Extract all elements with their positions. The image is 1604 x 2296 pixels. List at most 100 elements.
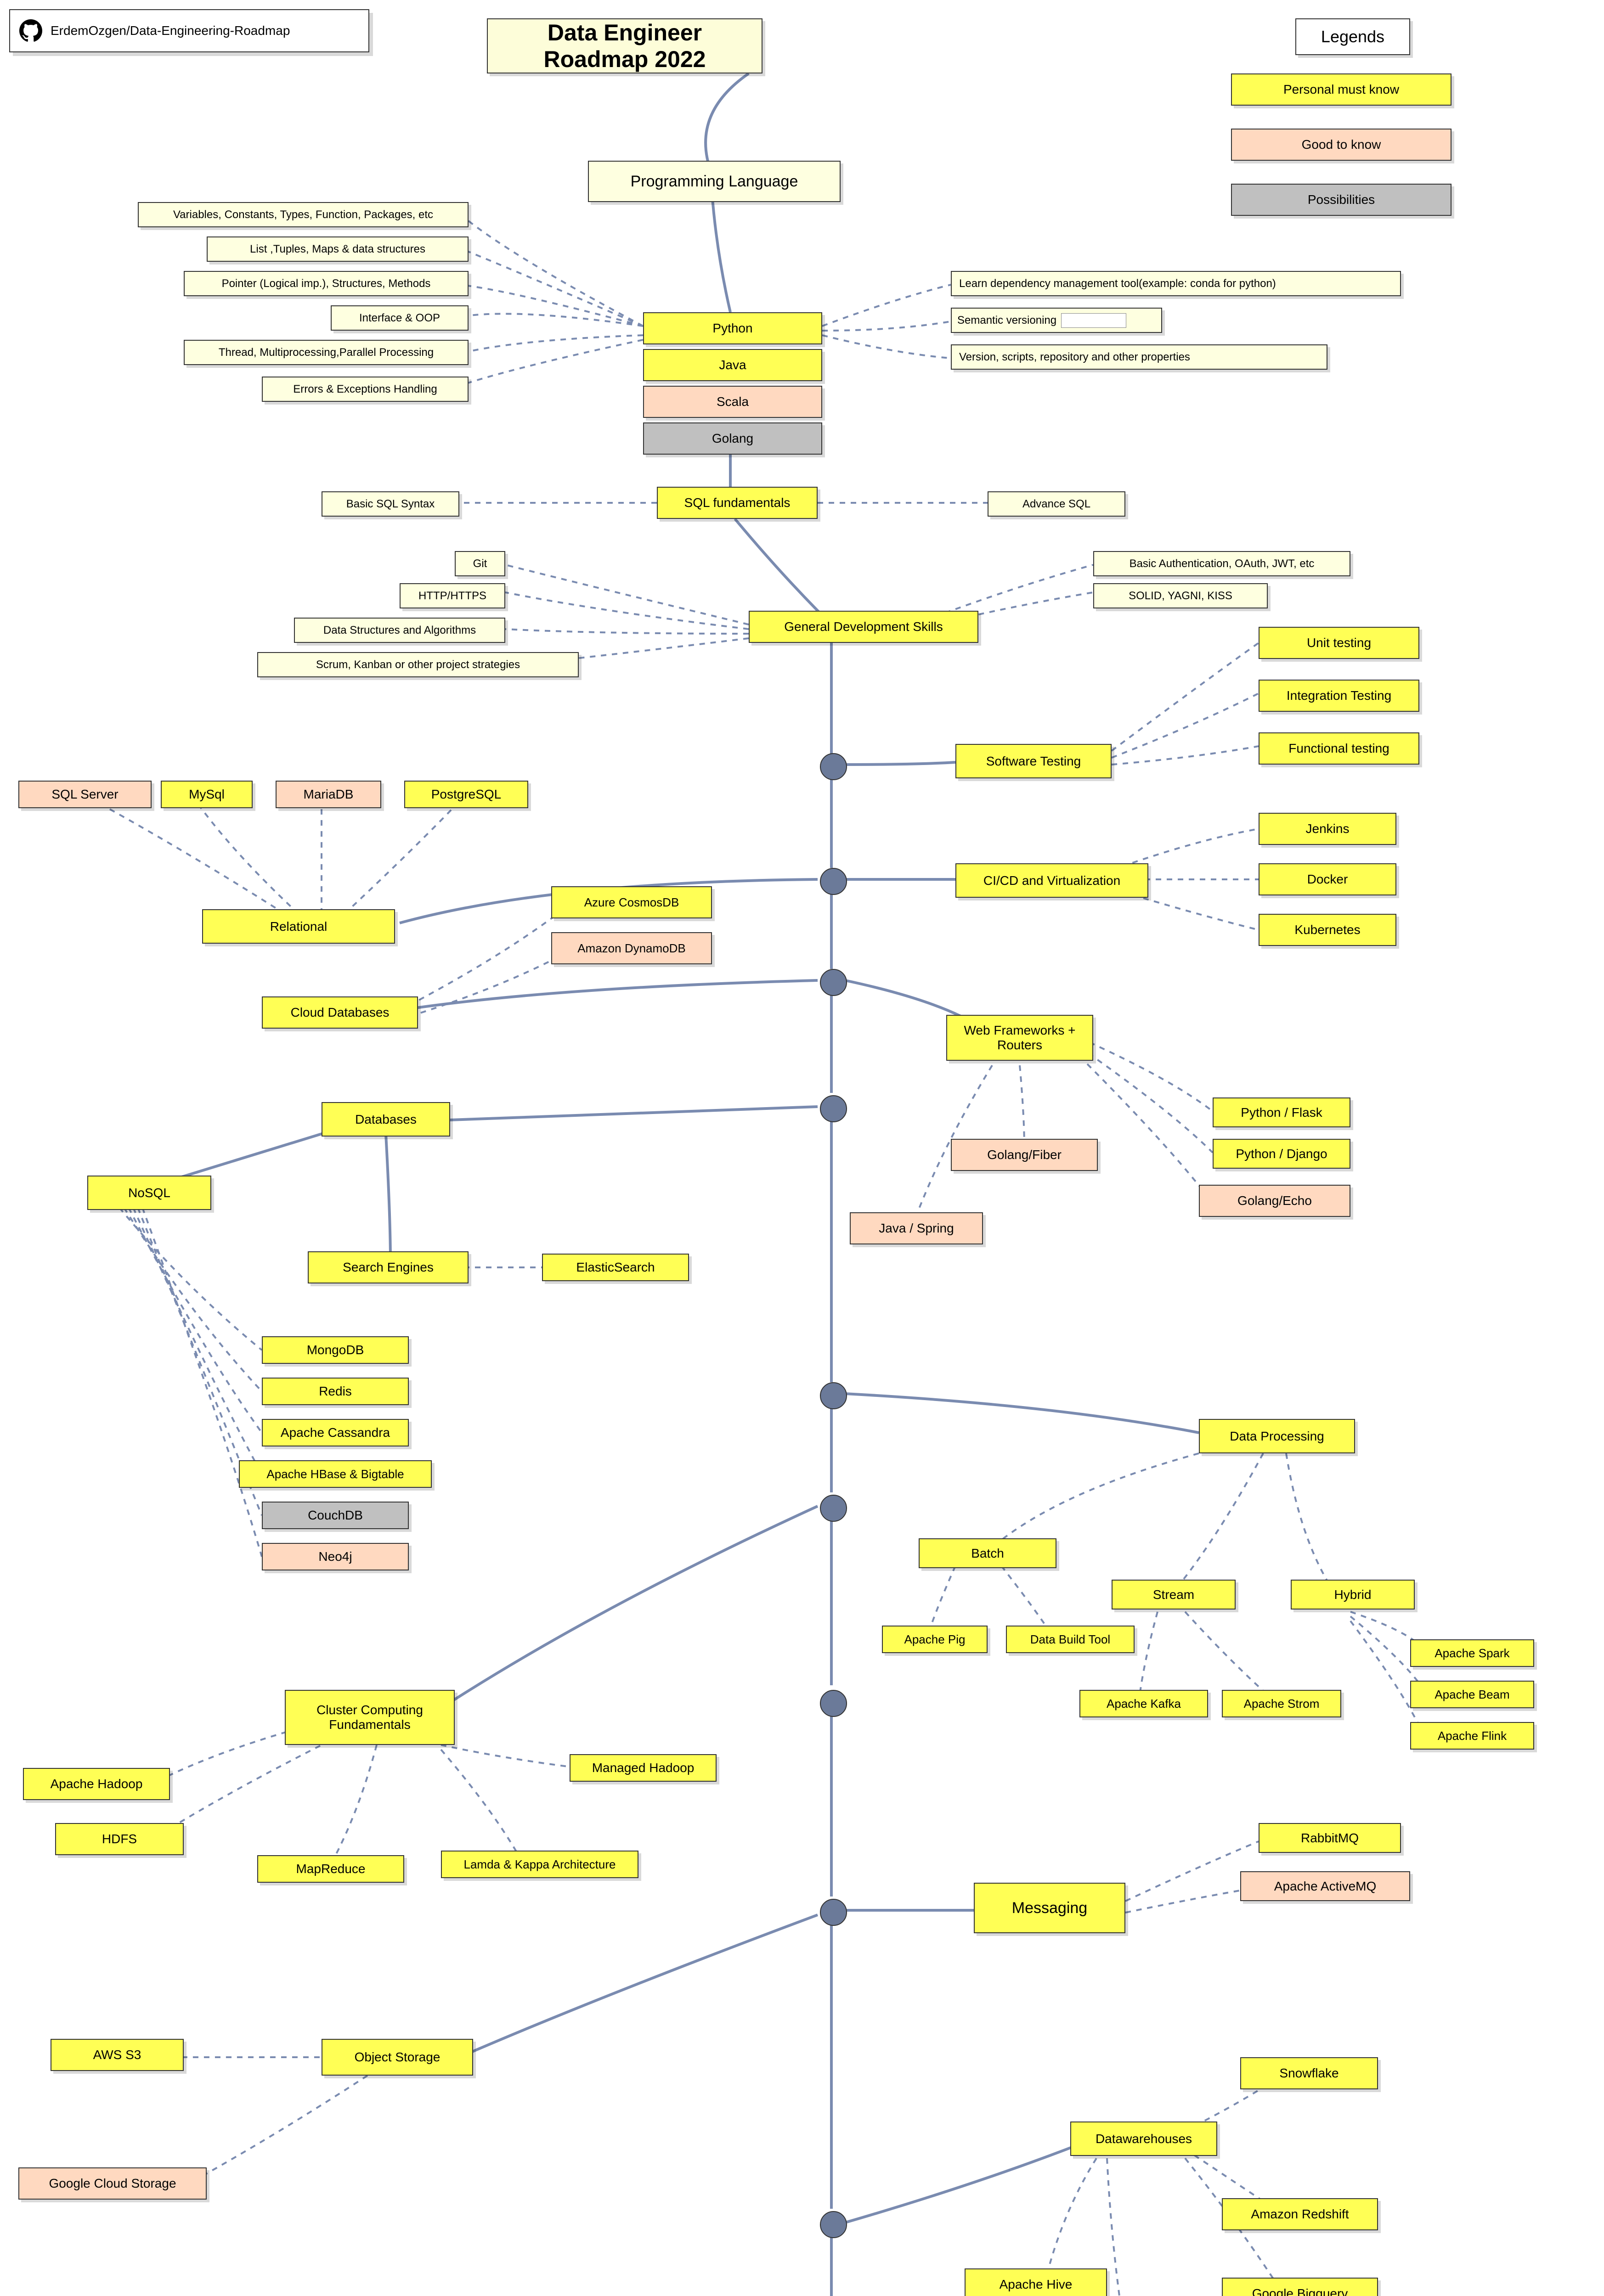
echo: Golang/Echo bbox=[1199, 1185, 1350, 1217]
legend-header: Legends bbox=[1295, 18, 1410, 55]
py-oop: Interface & OOP bbox=[331, 305, 469, 331]
cluster: Cluster Computing Fundamentals bbox=[285, 1690, 455, 1745]
elastic: ElasticSearch bbox=[542, 1254, 689, 1281]
scrum: Scrum, Kanban or other project strategie… bbox=[257, 652, 579, 677]
integ: Integration Testing bbox=[1259, 680, 1419, 712]
neo4j: Neo4j bbox=[262, 1543, 409, 1570]
hub-2 bbox=[820, 868, 847, 895]
mysql: MySql bbox=[161, 781, 253, 808]
dynamo: Amazon DynamoDB bbox=[551, 932, 712, 964]
lamda: Lamda & Kappa Architecture bbox=[441, 1851, 638, 1878]
bigquery: Google Bigquery bbox=[1222, 2278, 1378, 2296]
prog-lang: Programming Language bbox=[588, 161, 841, 202]
redshift: Amazon Redshift bbox=[1222, 2198, 1378, 2230]
semver-input[interactable] bbox=[1061, 313, 1126, 328]
cloud-db: Cloud Databases bbox=[262, 996, 418, 1029]
activemq: Apache ActiveMQ bbox=[1240, 1871, 1410, 1901]
semver: Semantic versioning bbox=[951, 308, 1162, 333]
couch: CouchDB bbox=[262, 1502, 409, 1529]
hbase: Apache HBase & Bigtable bbox=[239, 1460, 432, 1488]
golang: Golang bbox=[643, 422, 822, 455]
gcs: Google Cloud Storage bbox=[18, 2167, 207, 2200]
postgres: PostgreSQL bbox=[404, 781, 528, 808]
hive: Apache Hive bbox=[965, 2268, 1107, 2296]
gen-dev: General Development Skills bbox=[749, 611, 978, 643]
s3: AWS S3 bbox=[51, 2039, 184, 2071]
rabbit: RabbitMQ bbox=[1259, 1823, 1401, 1853]
dep-mgmt: Learn dependency management tool(example… bbox=[951, 271, 1401, 296]
kafka: Apache Kafka bbox=[1079, 1690, 1208, 1717]
search: Search Engines bbox=[308, 1251, 469, 1283]
spark: Apache Spark bbox=[1410, 1639, 1534, 1667]
dsa: Data Structures and Algorithms bbox=[294, 618, 505, 643]
hub-7 bbox=[820, 1690, 847, 1717]
mapred: MapReduce bbox=[257, 1855, 404, 1883]
github-icon bbox=[19, 19, 42, 42]
flask: Python / Flask bbox=[1213, 1097, 1350, 1127]
hdfs: HDFS bbox=[55, 1823, 184, 1855]
data-proc: Data Processing bbox=[1199, 1419, 1355, 1453]
mongo: MongoDB bbox=[262, 1336, 409, 1364]
web-fw: Web Frameworks + Routers bbox=[946, 1015, 1093, 1061]
batch: Batch bbox=[919, 1538, 1056, 1568]
unit: Unit testing bbox=[1259, 627, 1419, 659]
nosql: NoSQL bbox=[87, 1176, 211, 1210]
legend-poss: Possibilities bbox=[1231, 184, 1452, 216]
hub-5 bbox=[820, 1382, 847, 1409]
sqlserver: SQL Server bbox=[18, 781, 152, 808]
py-vars: Variables, Constants, Types, Function, P… bbox=[138, 202, 469, 227]
title: Data Engineer Roadmap 2022 bbox=[487, 18, 762, 73]
hybrid: Hybrid bbox=[1291, 1580, 1415, 1609]
hub-6 bbox=[820, 1495, 847, 1522]
scala: Scala bbox=[643, 386, 822, 418]
cicd: CI/CD and Virtualization bbox=[955, 863, 1148, 898]
mariadb: MariaDB bbox=[276, 781, 381, 808]
hub-4 bbox=[820, 1095, 847, 1122]
legend-good: Good to know bbox=[1231, 129, 1452, 161]
py-ptr: Pointer (Logical imp.), Structures, Meth… bbox=[184, 271, 469, 296]
spring: Java / Spring bbox=[850, 1212, 983, 1244]
obj-store: Object Storage bbox=[322, 2039, 473, 2076]
docker: Docker bbox=[1259, 863, 1396, 895]
solid: SOLID, YAGNI, KISS bbox=[1093, 583, 1268, 608]
jenkins: Jenkins bbox=[1259, 813, 1396, 845]
github-text: ErdemOzgen/Data-Engineering-Roadmap bbox=[51, 23, 290, 38]
snowflake: Snowflake bbox=[1240, 2057, 1378, 2089]
hub-8 bbox=[820, 1899, 847, 1926]
mgd-hadoop: Managed Hadoop bbox=[570, 1754, 717, 1782]
basic-sql: Basic SQL Syntax bbox=[322, 491, 459, 517]
java: Java bbox=[643, 349, 822, 381]
hadoop: Apache Hadoop bbox=[23, 1768, 170, 1800]
func: Functional testing bbox=[1259, 732, 1419, 765]
sql-fund: SQL fundamentals bbox=[657, 487, 818, 519]
dwh: Datawarehouses bbox=[1070, 2122, 1217, 2156]
beam: Apache Beam bbox=[1410, 1681, 1534, 1708]
py-list: List ,Tuples, Maps & data structures bbox=[207, 236, 469, 262]
flink: Apache Flink bbox=[1410, 1722, 1534, 1750]
redis: Redis bbox=[262, 1378, 409, 1405]
django: Python / Django bbox=[1213, 1139, 1350, 1169]
cassandra: Apache Cassandra bbox=[262, 1419, 409, 1446]
hub-9 bbox=[820, 2211, 847, 2238]
github-badge[interactable]: ErdemOzgen/Data-Engineering-Roadmap bbox=[9, 9, 369, 52]
hub-1 bbox=[820, 753, 847, 780]
databases: Databases bbox=[322, 1102, 450, 1137]
dbt: Data Build Tool bbox=[1006, 1626, 1135, 1653]
py-thread: Thread, Multiprocessing,Parallel Process… bbox=[184, 340, 469, 365]
semver-label: Semantic versioning bbox=[957, 314, 1056, 327]
ver-scripts: Version, scripts, repository and other p… bbox=[951, 344, 1327, 370]
git: Git bbox=[455, 551, 505, 576]
auth: Basic Authentication, OAuth, JWT, etc bbox=[1093, 551, 1350, 576]
sw-test: Software Testing bbox=[955, 744, 1112, 778]
http: HTTP/HTTPS bbox=[400, 583, 505, 608]
python: Python bbox=[643, 312, 822, 344]
msg: Messaging bbox=[974, 1883, 1125, 1933]
cosmos: Azure CosmosDB bbox=[551, 886, 712, 918]
strom: Apache Strom bbox=[1222, 1690, 1341, 1717]
stream: Stream bbox=[1112, 1580, 1236, 1609]
k8s: Kubernetes bbox=[1259, 914, 1396, 946]
pig: Apache Pig bbox=[882, 1626, 988, 1653]
legend-must: Personal must know bbox=[1231, 73, 1452, 106]
adv-sql: Advance SQL bbox=[988, 491, 1125, 517]
py-err: Errors & Exceptions Handling bbox=[262, 377, 469, 402]
